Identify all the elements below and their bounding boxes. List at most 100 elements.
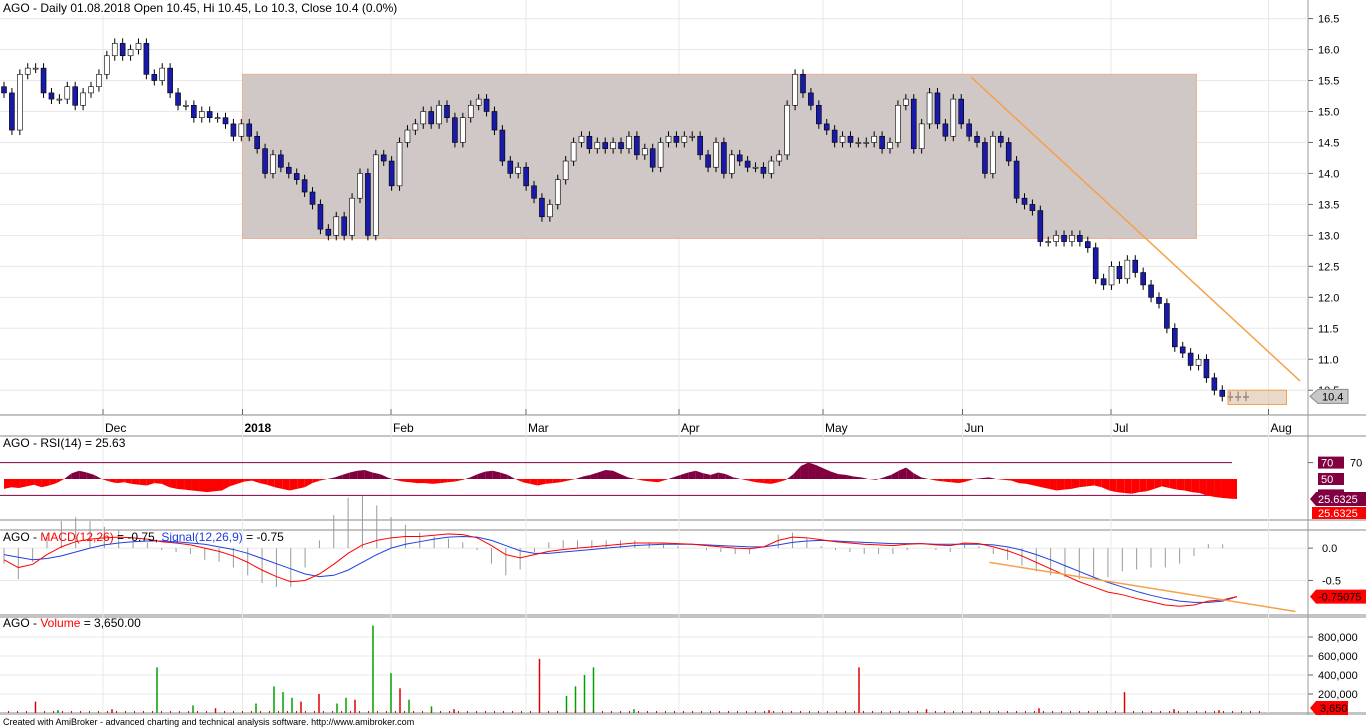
rsi-area-segment [545,479,553,484]
candle-body [396,142,403,187]
candle-body [80,92,86,106]
rsi-area-segment [838,474,847,479]
rsi-level-label: 70 [1321,458,1333,470]
candle-body [618,142,624,149]
candle-body [246,123,253,137]
candle-body [460,117,466,143]
candle-body [72,86,78,106]
rsi-area-segment [425,479,433,484]
rsi-area-segment [1131,479,1140,494]
rsi-area-segment [1229,479,1237,499]
candle-body [285,166,292,174]
candle-body [697,135,703,156]
candle-body [705,154,711,168]
candle-body [823,123,830,131]
macd-last-value: -0.75075 [1318,592,1361,604]
volume-title: AGO - Volume = 3,650.00 [3,616,141,630]
rsi-area-segment [1184,479,1192,493]
date-tick-label: Mar [528,421,549,435]
rsi-area-segment [357,469,365,479]
candle-body [270,154,276,174]
candle-body [1187,352,1194,366]
candle-body [594,142,601,149]
volume-tick-label: 600,000 [1318,651,1358,663]
candle-body [507,160,514,174]
panel-separator [0,520,1366,530]
volume-tick-label: 400,000 [1318,670,1358,682]
candle-body [88,86,94,94]
date-tick-label: Apr [681,421,700,435]
macd-tick-label: -0.5 [1322,575,1341,587]
candle-body [974,135,980,143]
candle-body [1164,303,1170,329]
candle-body [990,135,996,174]
candle-body [776,154,783,162]
rsi-area-segment [1221,479,1230,499]
footer-credit: Created with AmiBroker - advanced charti… [3,717,414,727]
candle-body [1203,358,1210,379]
candle-body [111,43,118,57]
rsi-last-value: 25.6325 [1318,494,1358,506]
volume-tick-label: 800,000 [1318,632,1358,644]
candle-body [183,104,189,107]
rsi-area-segment [1018,479,1027,484]
candle-body [966,123,972,137]
candle-body [887,142,893,149]
candle-body [1053,235,1059,242]
candle-body [262,148,268,174]
price-tick-label: 14.5 [1318,137,1339,149]
candle-body [515,166,522,174]
candle-body [768,160,775,174]
candle-body [562,160,569,180]
stock-chart[interactable]: 10.511.011.512.012.513.013.514.014.515.0… [0,0,1366,728]
candle-body [831,129,838,143]
candle-body [428,111,434,125]
candle-body [547,204,553,218]
rsi-area-segment [282,479,290,491]
candle-body [958,98,965,125]
date-tick-label: Aug [1271,421,1292,435]
price-last-value-tag: 10.4 [1309,388,1349,404]
candle-body [792,74,798,106]
candle-body [1219,389,1226,397]
rsi-area-segment [432,479,441,484]
candle-body [444,104,450,118]
candle-body [64,86,71,100]
price-tick-label: 15.5 [1318,76,1339,88]
price-title: AGO - Daily 01.08.2018 Open 10.45, Hi 10… [3,1,397,15]
candle-body [9,92,15,131]
candle-body [554,179,561,205]
candle-body [56,98,63,101]
candle-body [24,67,31,75]
candle-body [1084,241,1091,249]
candle-body [808,92,814,106]
candle-body [997,135,1004,143]
candle-body [1061,235,1067,242]
rsi-area-segment [191,479,200,492]
rsi-level-label: 50 [1321,474,1333,486]
candle-body [96,74,102,88]
candle-body [222,117,229,125]
candle-body [1005,142,1012,162]
rsi-area-segment [1109,479,1117,493]
macd-tick-label: 0.0 [1322,543,1337,555]
candle-body [1124,259,1131,280]
price-tick-label: 12.0 [1318,292,1339,304]
candle-body [420,111,427,125]
candle-body [641,148,648,156]
candle-body [32,67,39,70]
rsi-area-segment [1049,479,1057,491]
rsi-area-segment [206,479,215,493]
candle-body [1013,160,1020,199]
candle-body [317,204,324,230]
rsi-area-segment [808,462,816,479]
candle-body [863,142,870,144]
candle-body [467,104,474,118]
price-tick-label: 11.0 [1318,354,1339,366]
rsi-area-segment [1199,479,1207,496]
candle-body [483,98,490,112]
candle-body [475,98,482,106]
candle-body [942,123,949,137]
candle-body [839,135,846,143]
rsi-area-segment [11,479,20,489]
